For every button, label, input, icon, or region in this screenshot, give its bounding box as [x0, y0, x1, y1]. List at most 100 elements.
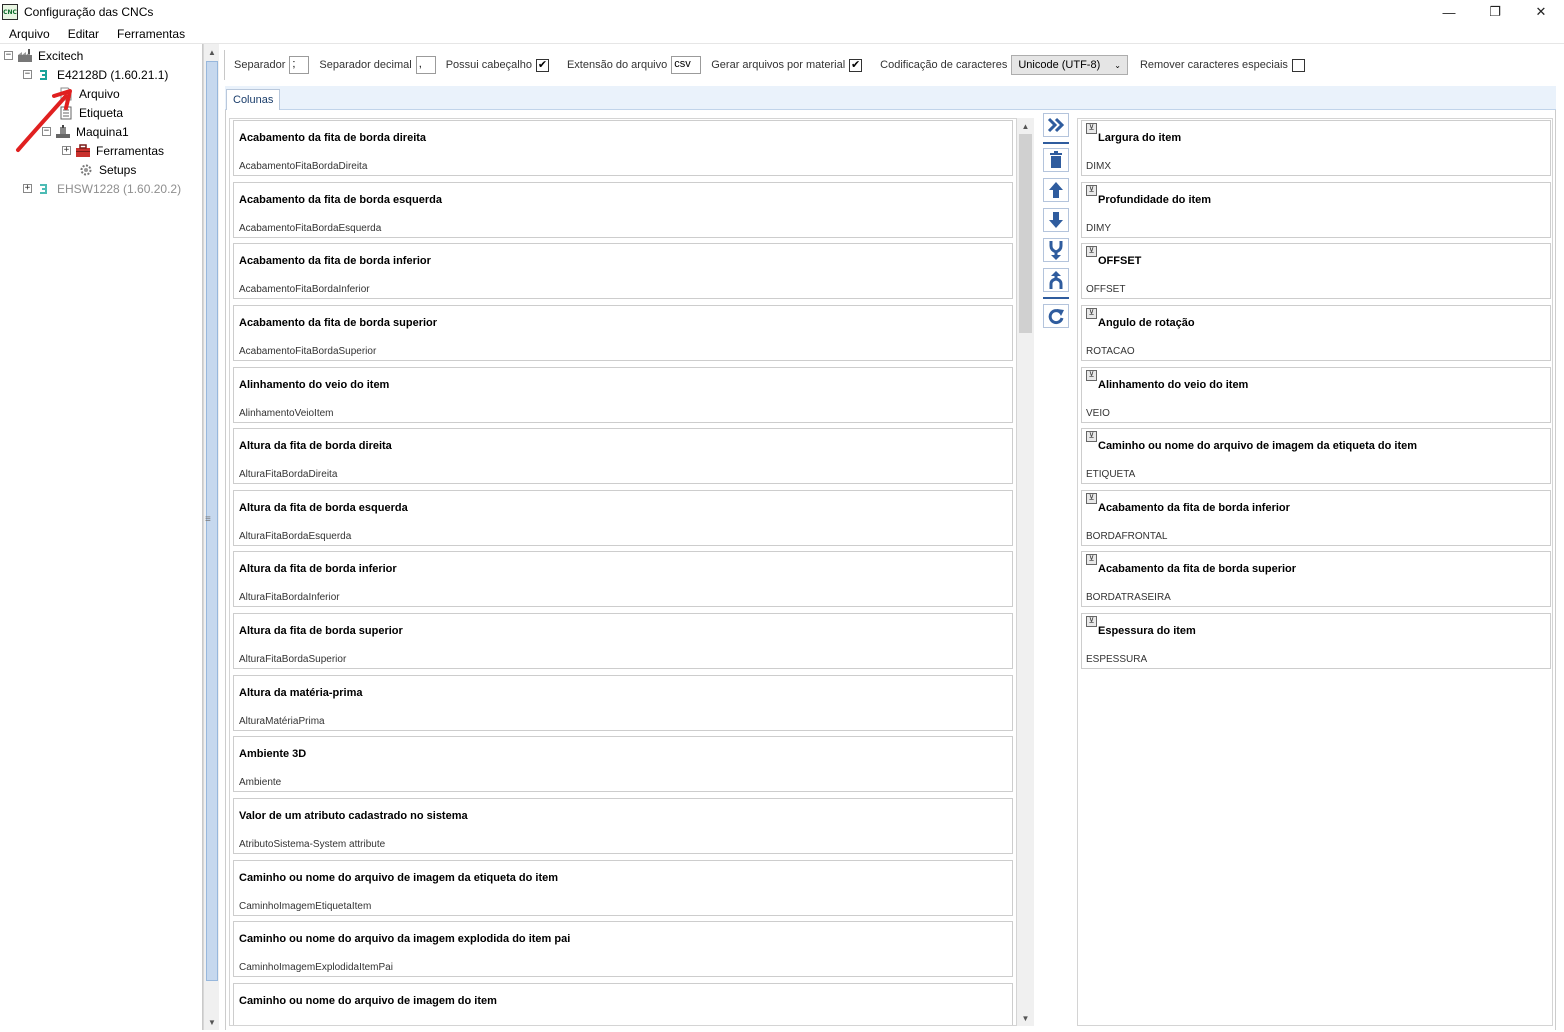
scroll-up-icon[interactable]: ▲ — [204, 44, 220, 60]
list-item[interactable]: Altura da fita de borda inferior AlturaFi… — [233, 551, 1013, 607]
double-chevron-right-icon — [1047, 117, 1065, 133]
available-columns-list: Acabamento da fita de borda direita Acaba… — [229, 118, 1017, 1026]
column-key: AcabamentoFitaBordaInferior — [239, 284, 370, 295]
list-item[interactable]: ⊻ Acabamento da fita de borda inferior BOR… — [1081, 490, 1551, 546]
tree-node-setups[interactable]: Setups — [78, 160, 138, 179]
scroll-down-icon[interactable]: ▼ — [1017, 1010, 1034, 1026]
factory-icon — [17, 48, 33, 64]
add-all-button[interactable] — [1043, 113, 1069, 137]
splitter-grip-icon[interactable]: ≡ — [205, 514, 211, 525]
collapse-item-icon[interactable]: ⊻ — [1086, 308, 1097, 319]
tree-node-e42128d[interactable]: − E42128D (1.60.21.1) — [23, 65, 170, 84]
split-icon — [1049, 271, 1063, 289]
list-item[interactable]: ⊻ Acabamento da fita de borda superior BOR… — [1081, 551, 1551, 607]
split-button[interactable] — [1043, 268, 1069, 292]
window-title: Configuração das CNCs — [24, 5, 154, 19]
collapse-item-icon[interactable]: ⊻ — [1086, 554, 1097, 565]
refresh-icon — [1048, 309, 1064, 325]
refresh-button[interactable] — [1043, 304, 1069, 328]
codificacao-select[interactable]: Unicode (UTF-8) ⌄ — [1011, 55, 1128, 75]
menu-ferramentas[interactable]: Ferramentas — [108, 24, 194, 44]
list-item[interactable]: Ambiente 3D Ambiente — [233, 736, 1013, 792]
list-item[interactable]: Caminho ou nome do arquivo de imagem do … — [233, 983, 1013, 1025]
list-item[interactable]: ⊻ Angulo de rotação ROTACAO — [1081, 305, 1551, 361]
collapse-item-icon[interactable]: ⊻ — [1086, 616, 1097, 627]
list-scroll-thumb[interactable] — [1019, 134, 1032, 333]
collapse-icon[interactable]: − — [4, 51, 13, 60]
csv-options-toolbar: Separador ; Separador decimal , Possui c… — [224, 50, 1556, 80]
collapse-item-icon[interactable]: ⊻ — [1086, 246, 1097, 257]
move-up-button[interactable] — [1043, 178, 1069, 202]
tree-node-ferramentas[interactable]: + Ferramentas — [62, 141, 166, 160]
column-title: Caminho ou nome do arquivo de imagem da … — [239, 872, 559, 884]
column-title: Acabamento da fita de borda inferior — [239, 255, 431, 267]
extensao-input[interactable]: csv — [671, 56, 702, 74]
column-key: BORDATRASEIRA — [1086, 592, 1171, 603]
list-item[interactable]: Altura da fita de borda direita AlturaFit… — [233, 428, 1013, 484]
list-item[interactable]: ⊻ Caminho ou nome do arquivo de imagem da… — [1081, 428, 1551, 484]
gerar-por-material-label: Gerar arquivos por material — [711, 59, 846, 71]
remove-button[interactable] — [1043, 148, 1069, 172]
list-item[interactable]: Altura da fita de borda superior AlturaFi… — [233, 613, 1013, 669]
tab-colunas[interactable]: Colunas — [226, 89, 281, 110]
list-item[interactable]: ⊻ OFFSET OFFSET — [1081, 243, 1551, 299]
list-item[interactable]: ⊻ Alinhamento do veio do item VEIO — [1081, 367, 1551, 423]
list-item[interactable]: Acabamento da fita de borda superior Acab… — [233, 305, 1013, 361]
possui-cabecalho-checkbox[interactable]: ✔ — [535, 58, 549, 72]
tree-node-ehsw1228[interactable]: + EHSW1228 (1.60.20.2) — [23, 179, 183, 198]
gerar-por-material-checkbox[interactable]: ✔ — [849, 58, 863, 72]
collapse-item-icon[interactable]: ⊻ — [1086, 185, 1097, 196]
list-item[interactable]: Altura da matéria-prima AlturaMatériaPrim… — [233, 675, 1013, 731]
list-item[interactable]: ⊻ Espessura do item ESPESSURA — [1081, 613, 1551, 669]
collapse-item-icon[interactable]: ⊻ — [1086, 123, 1097, 134]
list-item[interactable]: Caminho ou nome do arquivo da imagem exp… — [233, 921, 1013, 977]
tree-label-ehsw1228: EHSW1228 (1.60.20.2) — [57, 181, 182, 196]
column-title: Altura da fita de borda esquerda — [239, 502, 408, 514]
menu-arquivo[interactable]: Arquivo — [0, 24, 59, 44]
column-key: AtributoSistema-System attribute — [239, 839, 386, 850]
collapse-item-icon[interactable]: ⊻ — [1086, 493, 1097, 504]
column-title: Altura da fita de borda direita — [239, 440, 392, 452]
menu-editar[interactable]: Editar — [59, 24, 108, 44]
tree-scrollbar[interactable]: ▲ ▼ — [203, 44, 219, 1030]
move-down-button[interactable] — [1043, 208, 1069, 232]
minimize-button[interactable]: — — [1426, 0, 1472, 24]
list-item[interactable]: ⊻ Profundidade do item DIMY — [1081, 182, 1551, 238]
collapse-icon[interactable]: − — [23, 70, 32, 79]
separador-decimal-input[interactable]: , — [415, 56, 436, 74]
list-item[interactable]: Valor de um atributo cadastrado no siste… — [233, 798, 1013, 854]
list-item[interactable]: Acabamento da fita de borda inferior Acab… — [233, 243, 1013, 299]
tree-label-maquina1: Maquina1 — [76, 124, 129, 139]
list-item[interactable]: Alinhamento do veio do item AlinhamentoVe… — [233, 367, 1013, 423]
tree-node-excitech[interactable]: − Excitech — [4, 46, 85, 65]
column-title: Profundidade do item — [1098, 194, 1212, 206]
column-title: Angulo de rotação — [1098, 317, 1195, 329]
expand-icon[interactable]: + — [23, 184, 32, 193]
column-key: VEIO — [1086, 408, 1110, 419]
list-item[interactable]: Caminho ou nome do arquivo de imagem da … — [233, 860, 1013, 916]
column-key: AlinhamentoVeioItem — [239, 408, 334, 419]
remover-especiais-label: Remover caracteres especiais — [1139, 59, 1288, 71]
collapse-item-icon[interactable]: ⊻ — [1086, 431, 1097, 442]
restore-button[interactable]: ❐ — [1472, 0, 1518, 24]
list-item[interactable]: Acabamento da fita de borda direita Acaba… — [233, 120, 1013, 176]
list-item[interactable]: Acabamento da fita de borda esquerda Acab… — [233, 182, 1013, 238]
tree-label-setups: Setups — [99, 162, 137, 177]
column-key: AlturaFitaBordaInferior — [239, 592, 340, 603]
column-key: AcabamentoFitaBordaDireita — [239, 161, 368, 172]
column-key: Ambiente — [239, 777, 282, 788]
close-button[interactable]: ✕ — [1518, 0, 1564, 24]
codificacao-value: Unicode (UTF-8) — [1018, 59, 1101, 71]
column-key: BORDAFRONTAL — [1086, 531, 1168, 542]
tree-label-ferramentas: Ferramentas — [96, 143, 165, 158]
scroll-up-icon[interactable]: ▲ — [1017, 118, 1034, 134]
list-item[interactable]: ⊻ Largura do item DIMX — [1081, 120, 1551, 176]
available-list-scrollbar[interactable]: ▲ ▼ — [1017, 118, 1034, 1026]
remover-especiais-checkbox[interactable] — [1291, 58, 1305, 72]
separador-input[interactable]: ; — [289, 56, 310, 74]
merge-button[interactable] — [1043, 238, 1069, 262]
list-item[interactable]: Altura da fita de borda esquerda AlturaFi… — [233, 490, 1013, 546]
scroll-down-icon[interactable]: ▼ — [204, 1014, 220, 1030]
column-title: Altura da fita de borda inferior — [239, 563, 397, 575]
collapse-item-icon[interactable]: ⊻ — [1086, 370, 1097, 381]
